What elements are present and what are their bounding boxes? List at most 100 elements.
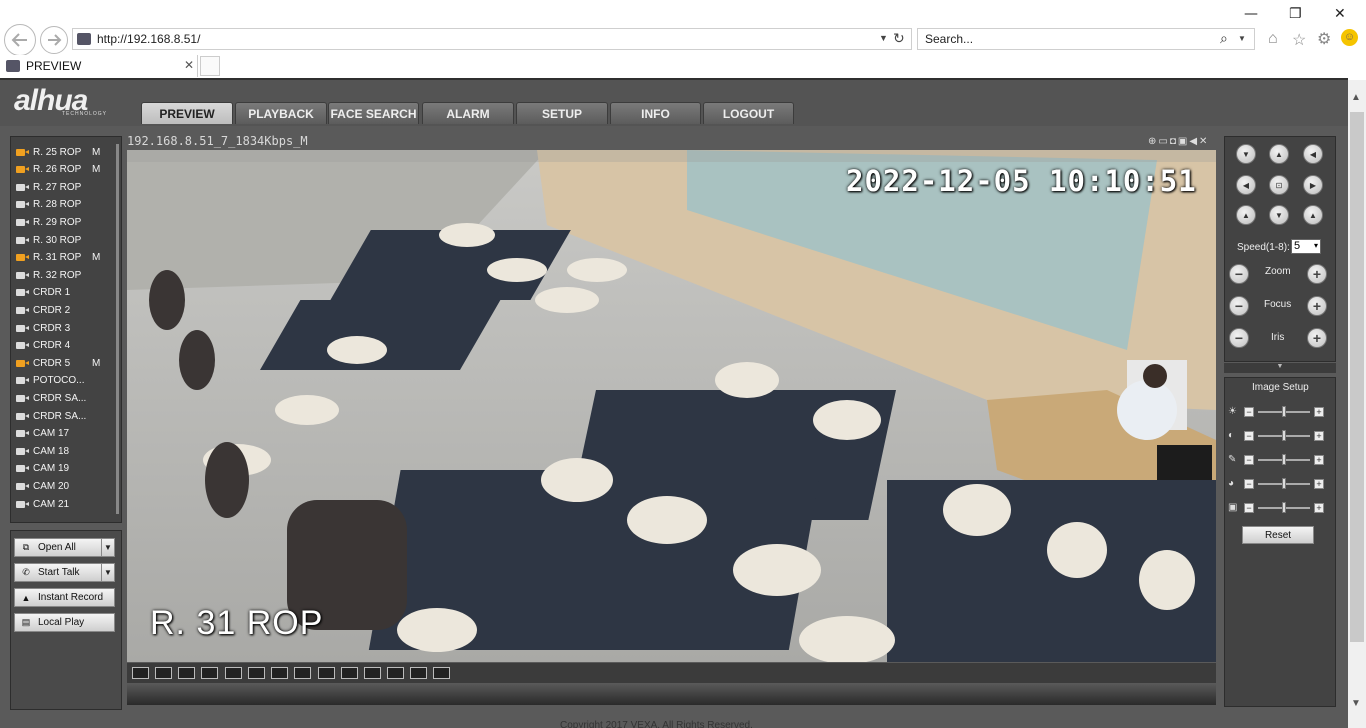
layout-button-4[interactable] <box>201 667 218 679</box>
channel-item[interactable]: R. 27 ROP <box>16 179 81 195</box>
layout-button-6[interactable] <box>248 667 265 679</box>
feedback-smiley-icon[interactable]: ☺ <box>1341 29 1358 46</box>
channel-scrollbar[interactable] <box>116 144 119 514</box>
layout-button-7[interactable] <box>271 667 288 679</box>
ptz-down-right-button[interactable]: ▲ <box>1303 205 1323 225</box>
search-icon[interactable]: ⌕ <box>1220 30 1228 47</box>
nav-tab-playback[interactable]: PLAYBACK <box>235 102 327 124</box>
open-all-button[interactable]: ⧉ Open All <box>14 538 102 557</box>
audio-icon[interactable]: ◀ <box>1189 136 1199 147</box>
back-button[interactable] <box>4 24 36 56</box>
address-bar[interactable]: http://192.168.8.51/ ▼ ↻ <box>72 28 912 50</box>
new-tab-button[interactable] <box>200 56 220 76</box>
channel-item[interactable]: CAM 19 <box>16 461 69 477</box>
restore-icon[interactable]: ❐ <box>1289 6 1302 22</box>
channel-item[interactable]: R. 31 ROP M <box>16 250 100 266</box>
ptz-up-left-button[interactable]: ▼ <box>1236 144 1256 164</box>
tab-close-icon[interactable]: ✕ <box>184 58 194 72</box>
channel-item[interactable]: R. 32 ROP <box>16 267 81 283</box>
refresh-icon[interactable]: ↻ <box>893 30 905 47</box>
contrast-increase-button[interactable]: + <box>1314 431 1324 441</box>
ptz-down-left-button[interactable]: ▲ <box>1236 205 1256 225</box>
ptz-up-button[interactable]: ▲ <box>1269 144 1289 164</box>
channel-item[interactable]: CAM 17 <box>16 426 69 442</box>
channel-item[interactable]: CRDR 3 <box>16 320 70 336</box>
scroll-down-icon[interactable]: ▼ <box>1351 698 1361 709</box>
reset-button[interactable]: Reset <box>1242 526 1314 544</box>
home-icon[interactable]: ⌂ <box>1268 30 1278 48</box>
search-input[interactable]: Search... <box>925 32 973 46</box>
ptz-right-button[interactable]: ▶ <box>1303 175 1323 195</box>
browser-tab[interactable]: PREVIEW ✕ <box>0 55 198 77</box>
contrast-slider-knob[interactable] <box>1282 430 1286 441</box>
iris-open-button[interactable]: + <box>1307 328 1327 348</box>
channel-item[interactable]: R. 30 ROP <box>16 232 81 248</box>
nav-tab-preview[interactable]: PREVIEW <box>141 102 233 124</box>
nav-tab-face-search[interactable]: FACE SEARCH <box>328 102 419 124</box>
dropdown-icon[interactable]: ▼ <box>879 33 888 43</box>
start-talk-button[interactable]: ✆ Start Talk <box>14 563 102 582</box>
ptz-up-right-button[interactable]: ◀ <box>1303 144 1323 164</box>
zoom-icon[interactable]: ⊕ <box>1148 136 1158 147</box>
channel-item[interactable]: R. 29 ROP <box>16 214 81 230</box>
nav-tab-info[interactable]: INFO <box>610 102 701 124</box>
channel-item[interactable]: CAM 20 <box>16 478 69 494</box>
focus-out-button[interactable]: − <box>1229 296 1249 316</box>
channel-item[interactable]: R. 26 ROP M <box>16 162 100 178</box>
layout-button-9[interactable] <box>318 667 335 679</box>
favorites-icon[interactable]: ☆ <box>1292 30 1306 50</box>
gain-decrease-button[interactable]: − <box>1244 503 1254 513</box>
zoom-in-button[interactable]: + <box>1307 264 1327 284</box>
focus-in-button[interactable]: + <box>1307 296 1327 316</box>
brightness-decrease-button[interactable]: − <box>1244 407 1254 417</box>
channel-item[interactable]: CRDR 4 <box>16 338 70 354</box>
gain-slider-knob[interactable] <box>1282 502 1286 513</box>
channel-item[interactable]: CRDR 1 <box>16 285 70 301</box>
channel-item[interactable]: CRDR SA... <box>16 390 86 406</box>
channel-item[interactable]: CRDR SA... <box>16 408 86 424</box>
scroll-up-icon[interactable]: ▲ <box>1351 92 1361 103</box>
channel-item[interactable]: CAM 21 <box>16 496 69 512</box>
layout-button-25[interactable] <box>410 667 427 679</box>
channel-item[interactable]: R. 25 ROP M <box>16 144 100 160</box>
layout-button-2[interactable] <box>155 667 172 679</box>
start-talk-dropdown[interactable]: ▼ <box>101 563 115 582</box>
layout-button-1[interactable] <box>132 667 149 679</box>
layout-button-5[interactable] <box>225 667 242 679</box>
brightness-slider-knob[interactable] <box>1282 406 1286 417</box>
iris-close-button[interactable]: − <box>1229 328 1249 348</box>
saturation-decrease-button[interactable]: − <box>1244 455 1254 465</box>
layout-button-8[interactable] <box>294 667 311 679</box>
nav-tab-logout[interactable]: LOGOUT <box>703 102 794 124</box>
brightness-increase-button[interactable]: + <box>1314 407 1324 417</box>
gain-increase-button[interactable]: + <box>1314 503 1324 513</box>
video-feed[interactable] <box>127 150 1216 662</box>
settings-icon[interactable]: ⚙ <box>1317 29 1331 49</box>
rect-icon[interactable]: ▭ <box>1158 136 1169 147</box>
ptz-center-button[interactable]: ⊡ <box>1269 175 1289 195</box>
saturation-slider-knob[interactable] <box>1282 454 1286 465</box>
channel-item[interactable]: R. 28 ROP <box>16 197 81 213</box>
record-icon[interactable]: ▣ <box>1178 136 1189 147</box>
channel-item[interactable]: CRDR 2 <box>16 302 70 318</box>
ptz-down-button[interactable]: ▼ <box>1269 205 1289 225</box>
channel-item[interactable]: CRDR 5 M <box>16 355 100 371</box>
collapse-toggle[interactable]: ▼ <box>1224 363 1336 373</box>
snapshot-icon[interactable]: ◘ <box>1170 136 1178 147</box>
forward-button[interactable] <box>40 26 68 54</box>
minimize-icon[interactable]: — <box>1244 6 1258 22</box>
ptz-left-button[interactable]: ◀ <box>1236 175 1256 195</box>
local-play-button[interactable]: ▤ Local Play <box>14 613 115 632</box>
close-window-icon[interactable]: ✕ <box>1334 6 1346 22</box>
contrast-decrease-button[interactable]: − <box>1244 431 1254 441</box>
hue-decrease-button[interactable]: − <box>1244 479 1254 489</box>
nav-tab-alarm[interactable]: ALARM <box>422 102 514 124</box>
layout-button-11[interactable] <box>364 667 381 679</box>
open-all-dropdown[interactable]: ▼ <box>101 538 115 557</box>
page-scroll-thumb[interactable] <box>1350 112 1364 642</box>
hue-slider-knob[interactable] <box>1282 478 1286 489</box>
layout-button-3[interactable] <box>178 667 195 679</box>
channel-item[interactable]: CAM 18 <box>16 443 69 459</box>
search-box[interactable]: Search... ⌕ ▼ <box>917 28 1255 50</box>
speed-select[interactable]: 5 ▾ <box>1291 239 1321 254</box>
